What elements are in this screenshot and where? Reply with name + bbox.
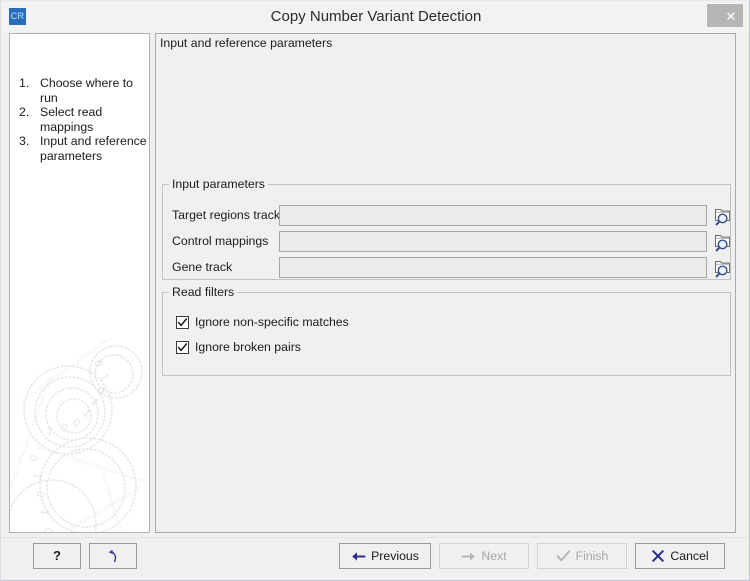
target-regions-track-browse-button[interactable] xyxy=(712,204,734,227)
undo-arrow-icon xyxy=(103,548,119,564)
arrow-left-icon xyxy=(351,550,366,563)
previous-button-label: Previous xyxy=(371,549,419,563)
dialog-button-bar: ? Previous Next Finish Cancel xyxy=(1,537,749,580)
svg-text:0: 0 xyxy=(91,358,104,369)
target-regions-track-label: Target regions track xyxy=(172,208,280,222)
previous-button[interactable]: Previous xyxy=(339,543,431,569)
step-number: 2. xyxy=(19,105,30,119)
folder-search-icon xyxy=(715,209,730,226)
gene-track-browse-button[interactable] xyxy=(712,256,734,279)
next-button: Next xyxy=(439,543,529,569)
svg-text:GGTACCATGCGTAAGCTTGCATTAGCCGTA: GGTACCATGCGTAAGCTTGCATTAGCCGTAAGC xyxy=(36,444,146,484)
content-panel: Input and reference parameters Input par… xyxy=(155,33,736,533)
svg-text:0: 0 xyxy=(27,454,40,463)
ignore-non-specific-matches-checkbox[interactable] xyxy=(176,315,189,329)
decorative-spiral-watermark: 0 1 0 1 1 0 0 1 0 1 0 1 0 ATGCCTAGGCATTA… xyxy=(9,338,146,533)
finish-button: Finish xyxy=(537,543,627,569)
step-label: Select read mappings xyxy=(40,105,103,134)
next-button-label: Next xyxy=(481,549,507,563)
svg-text:CCTAGGCATTAGCGGCATTAGCCGTAAGCT: CCTAGGCATTAGCGGCATTAGCCGTAAGCTTGCAT xyxy=(9,374,54,488)
close-button[interactable]: ✕ xyxy=(707,4,743,27)
folder-search-icon xyxy=(715,235,730,252)
read-filters-group-title: Read filters xyxy=(169,285,238,299)
arrow-right-icon xyxy=(461,550,476,563)
svg-text:0: 0 xyxy=(43,527,56,533)
target-regions-track-input[interactable] xyxy=(279,205,707,226)
ignore-broken-pairs-label: Ignore broken pairs xyxy=(195,340,301,354)
svg-text:1: 1 xyxy=(31,472,44,480)
input-parameters-group: Input parameters Target regions track Co… xyxy=(162,177,732,280)
field-row-target-regions-track: Target regions track xyxy=(163,205,732,226)
cancel-button[interactable]: Cancel xyxy=(635,543,725,569)
finish-button-label: Finish xyxy=(575,549,609,563)
svg-text:1: 1 xyxy=(80,408,93,421)
svg-text:0: 0 xyxy=(35,490,48,498)
cross-icon xyxy=(651,549,665,563)
control-mappings-label: Control mappings xyxy=(172,234,269,248)
field-row-control-mappings: Control mappings xyxy=(163,231,732,252)
help-button[interactable]: ? xyxy=(33,543,81,569)
close-icon: ✕ xyxy=(725,9,737,24)
help-button-label: ? xyxy=(53,548,61,563)
dialog-window: CR Copy Number Variant Detection ✕ 1. Ch… xyxy=(0,0,750,581)
step-label: Input and reference parameters xyxy=(40,134,147,163)
checkbox-row-ignore-non-specific-matches[interactable]: Ignore non-specific matches xyxy=(176,313,349,331)
checkbox-row-ignore-broken-pairs[interactable]: Ignore broken pairs xyxy=(176,338,301,356)
field-row-gene-track: Gene track xyxy=(163,257,732,278)
checkmark-icon xyxy=(177,317,188,326)
gene-track-label: Gene track xyxy=(172,260,233,274)
wizard-step-sidebar: 1. Choose where to run 2. Select read ma… xyxy=(9,33,150,533)
ignore-non-specific-matches-label: Ignore non-specific matches xyxy=(195,315,349,329)
svg-text:0: 0 xyxy=(70,417,82,430)
sidebar-step-choose-where-to-run[interactable]: 1. Choose where to run xyxy=(19,76,147,106)
svg-text:ATGCCTAGGCATTAGCGGCATTAGCCGTAA: ATGCCTAGGCATTAGCGGCATTAGCCGTAAGCTT xyxy=(22,338,119,403)
ignore-broken-pairs-checkbox[interactable] xyxy=(176,340,189,354)
cancel-button-label: Cancel xyxy=(670,549,709,563)
svg-text:ATTAGCCGTAAGCTTGCATTAGGCATT: ATTAGCCGTAAGCTTGCATTAGGCATT xyxy=(62,485,143,533)
gene-track-input[interactable] xyxy=(279,257,707,278)
input-parameters-group-title: Input parameters xyxy=(169,177,268,191)
svg-text:1: 1 xyxy=(46,425,54,438)
control-mappings-browse-button[interactable] xyxy=(712,230,734,253)
step-number: 1. xyxy=(19,76,30,90)
panel-header-title: Input and reference parameters xyxy=(160,36,333,50)
svg-text:1: 1 xyxy=(88,396,101,408)
svg-text:1: 1 xyxy=(97,372,110,383)
sidebar-step-select-read-mappings[interactable]: 2. Select read mappings xyxy=(19,105,147,135)
step-number: 3. xyxy=(19,134,30,148)
step-label: Choose where to run xyxy=(40,76,133,105)
checkmark-icon xyxy=(556,549,571,563)
window-title: Copy Number Variant Detection xyxy=(270,8,482,25)
read-filters-group: Read filters Ignore non-specific matches… xyxy=(162,285,731,376)
sidebar-step-input-and-reference-parameters[interactable]: 3. Input and reference parameters xyxy=(19,134,147,164)
svg-text:1: 1 xyxy=(39,509,52,517)
title-bar: CR Copy Number Variant Detection ✕ xyxy=(1,1,749,33)
svg-text:GCATTAGCCGTAAGCTTGGTACC: GCATTAGCCGTAAGCTTGGTACC xyxy=(101,473,128,533)
checkmark-icon xyxy=(177,342,188,351)
control-mappings-input[interactable] xyxy=(279,231,707,252)
svg-text:0: 0 xyxy=(93,385,106,397)
svg-text:0: 0 xyxy=(59,422,69,435)
folder-search-icon xyxy=(715,261,730,278)
reset-button[interactable] xyxy=(89,543,137,569)
